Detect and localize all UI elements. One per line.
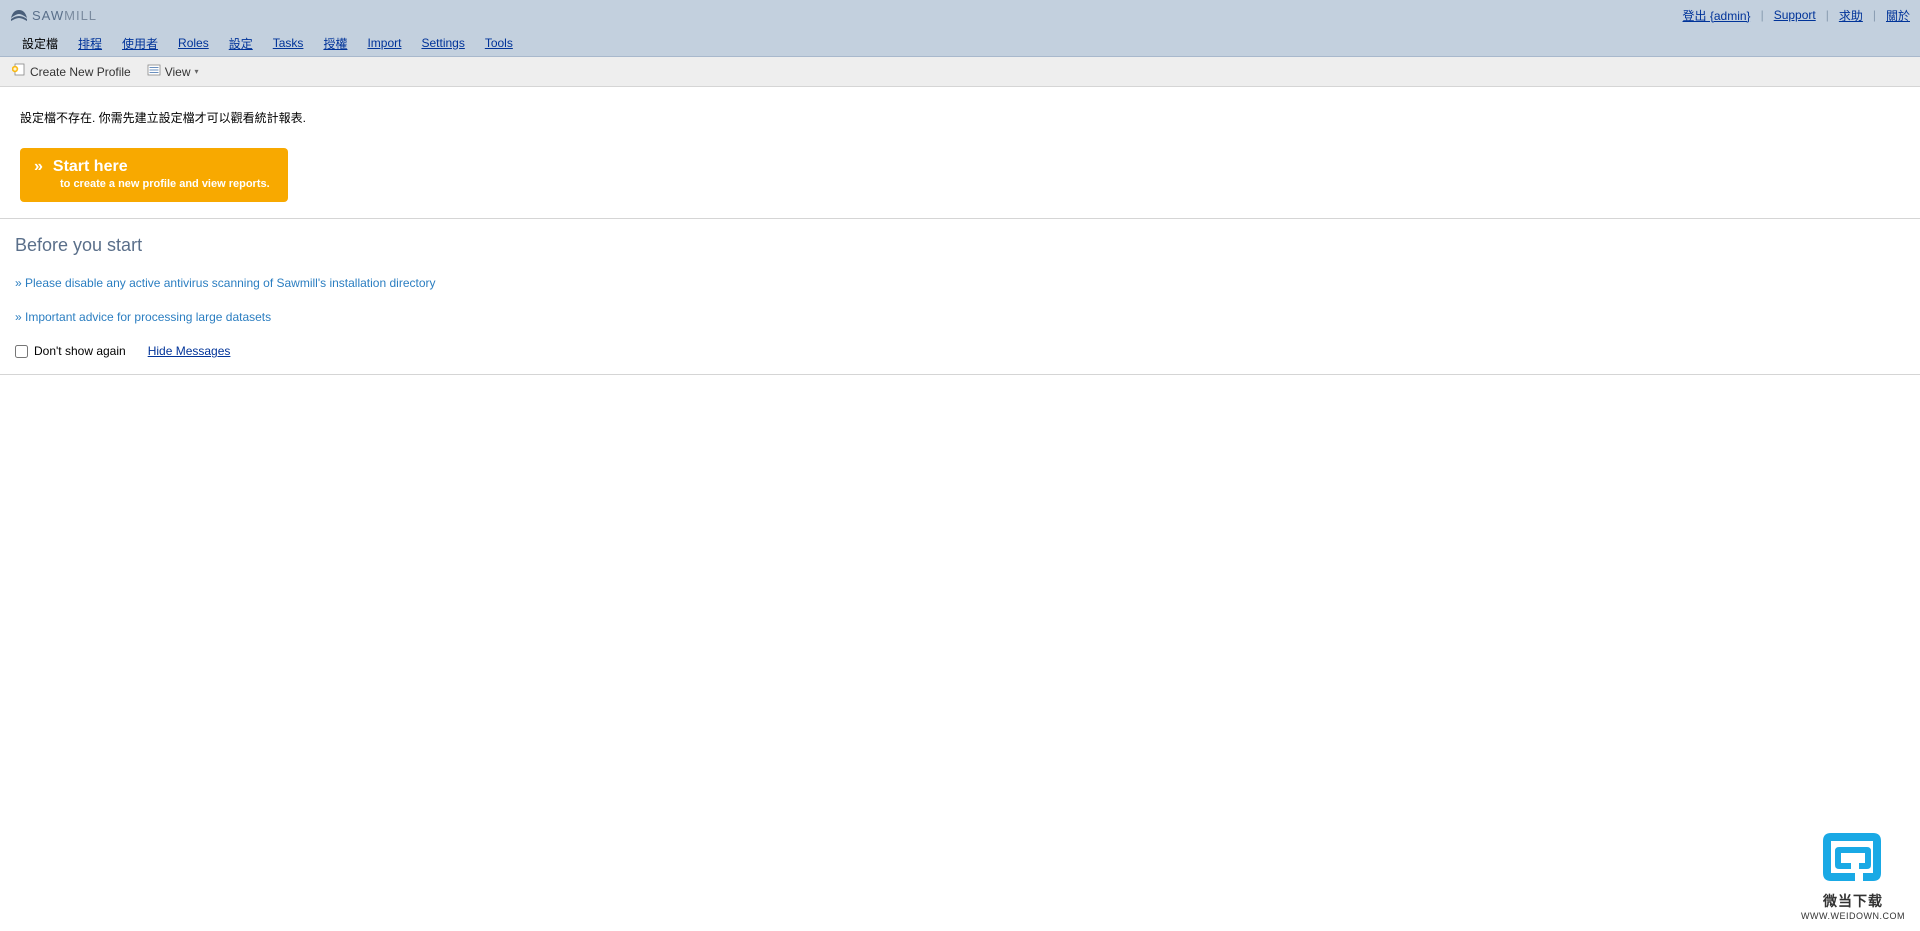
before-title: Before you start (15, 235, 1905, 256)
support-link[interactable]: Support (1774, 8, 1816, 22)
create-profile-label: Create New Profile (30, 65, 131, 79)
start-here-subtitle: to create a new profile and view reports… (60, 178, 270, 190)
nav-profiles[interactable]: 設定檔 (22, 35, 58, 52)
toolbar: Create New Profile View ▾ (0, 57, 1920, 87)
view-label: View (165, 65, 191, 79)
dont-show-checkbox[interactable] (15, 345, 28, 358)
watermark: 微当下载 WWW.WEIDOWN.COM (1801, 827, 1905, 921)
arrow-icon: » (34, 158, 43, 176)
top-links: 登出 {admin} | Support | 求助 | 關於 (1683, 7, 1910, 24)
no-profile-message: 設定檔不存在. 你需先建立設定檔才可以觀看統計報表. (20, 109, 1900, 126)
nav-roles[interactable]: Roles (178, 36, 209, 50)
new-profile-icon (12, 63, 26, 80)
watermark-logo-icon (1819, 827, 1887, 887)
nav-users[interactable]: 使用者 (122, 35, 158, 52)
brand-saw: SAW (32, 8, 64, 23)
start-here-button[interactable]: » Start here to create a new profile and… (20, 148, 288, 202)
link-separator: | (1871, 8, 1878, 22)
nav-import[interactable]: Import (367, 36, 401, 50)
about-link[interactable]: 關於 (1886, 7, 1910, 24)
nav-license[interactable]: 授權 (323, 35, 347, 52)
hide-messages-link[interactable]: Hide Messages (148, 344, 231, 358)
start-here-title: Start here (53, 158, 128, 176)
nav-tasks[interactable]: Tasks (273, 36, 304, 50)
brand-text: SAWMILL (32, 8, 97, 23)
brand-mill: MILL (64, 8, 97, 23)
top-header: SAWMILL 登出 {admin} | Support | 求助 | 關於 (0, 0, 1920, 30)
antivirus-tip-link[interactable]: » Please disable any active antivirus sc… (15, 276, 1905, 290)
view-icon (147, 63, 161, 80)
chevron-down-icon: ▾ (195, 67, 199, 76)
create-new-profile-button[interactable]: Create New Profile (12, 63, 131, 80)
dont-show-label[interactable]: Don't show again (34, 344, 126, 358)
sawmill-logo-icon (10, 8, 28, 22)
watermark-url: WWW.WEIDOWN.COM (1801, 911, 1905, 921)
logo: SAWMILL (10, 8, 97, 23)
view-dropdown[interactable]: View ▾ (147, 63, 199, 80)
before-you-start-section: Before you start » Please disable any ac… (0, 219, 1920, 375)
nav-config[interactable]: 設定 (229, 35, 253, 52)
help-link[interactable]: 求助 (1839, 7, 1863, 24)
watermark-text: 微当下载 (1801, 891, 1905, 911)
large-datasets-tip-link[interactable]: » Important advice for processing large … (15, 310, 1905, 324)
nav-bar: 設定檔 排程 使用者 Roles 設定 Tasks 授權 Import Sett… (0, 30, 1920, 57)
nav-tools[interactable]: Tools (485, 36, 513, 50)
dont-show-row: Don't show again Hide Messages (15, 344, 1905, 358)
logout-link[interactable]: 登出 {admin} (1683, 7, 1751, 24)
link-separator: | (1824, 8, 1831, 22)
content-area: 設定檔不存在. 你需先建立設定檔才可以觀看統計報表. » Start here … (0, 87, 1920, 219)
nav-settings[interactable]: Settings (421, 36, 464, 50)
nav-scheduler[interactable]: 排程 (78, 35, 102, 52)
link-separator: | (1759, 8, 1766, 22)
